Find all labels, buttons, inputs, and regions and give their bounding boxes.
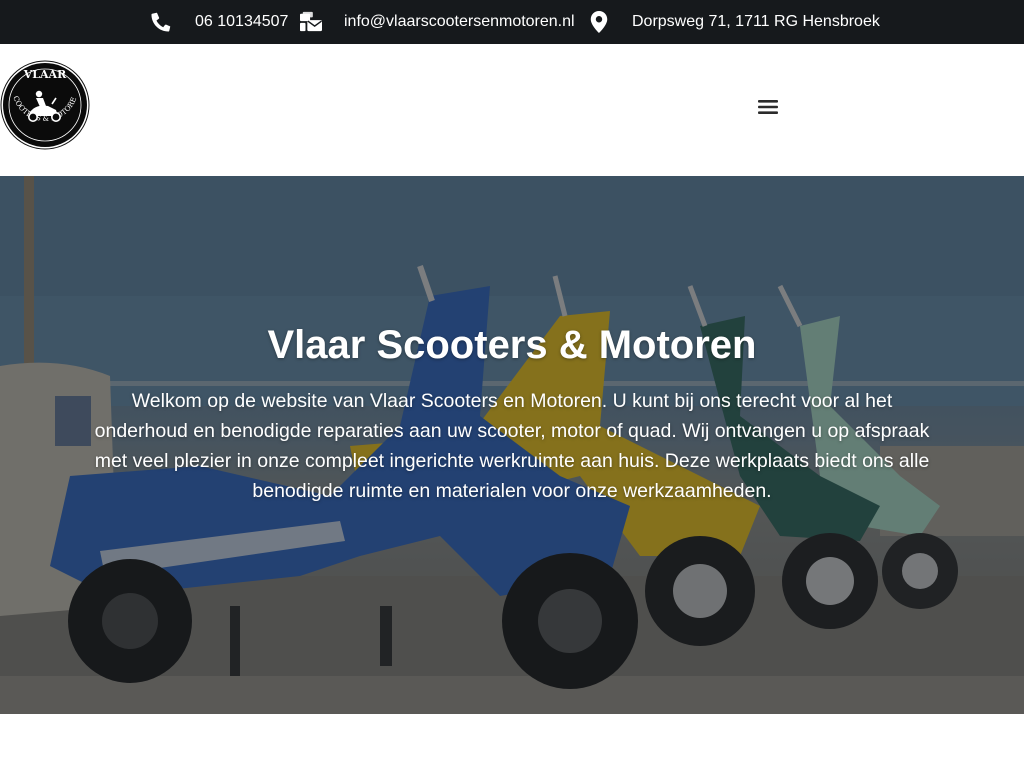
hamburger-menu-icon <box>758 100 778 114</box>
mail-bulk-icon <box>300 11 322 32</box>
email-address: info@vlaarscootersenmotoren.nl <box>344 13 575 30</box>
hero-section: Vlaar Scooters & Motoren Welkom op de we… <box>0 176 1024 714</box>
site-logo[interactable]: VLAAR SCOOTERS & MOTOREN <box>0 60 90 150</box>
scooter-rider-icon: VLAAR SCOOTERS & MOTOREN <box>0 60 90 150</box>
hero-content: Vlaar Scooters & Motoren Welkom op de we… <box>90 316 934 506</box>
hero-title: Vlaar Scooters & Motoren <box>267 323 757 367</box>
phone-number: 06 10134507 <box>195 13 289 30</box>
menu-toggle-button[interactable] <box>750 89 786 125</box>
email-contact[interactable]: info@vlaarscootersenmotoren.nl <box>299 0 575 44</box>
logo-top-text: VLAAR <box>23 68 67 81</box>
map-marker-icon <box>590 11 608 33</box>
hero-intro-text: Welkom op de website van Vlaar Scooters … <box>94 390 930 502</box>
phone-icon <box>151 12 171 32</box>
address-contact[interactable]: Dorpsweg 71, 1711 RG Hensbroek <box>590 0 880 44</box>
phone-contact[interactable]: 06 10134507 <box>150 0 288 44</box>
content-section-start <box>0 714 1024 768</box>
top-contact-bar: 06 10134507 info@vlaarscootersenmotoren.… <box>0 0 1024 44</box>
street-address: Dorpsweg 71, 1711 RG Hensbroek <box>632 13 880 30</box>
site-header: VLAAR SCOOTERS & MOTOREN <box>0 44 1024 176</box>
